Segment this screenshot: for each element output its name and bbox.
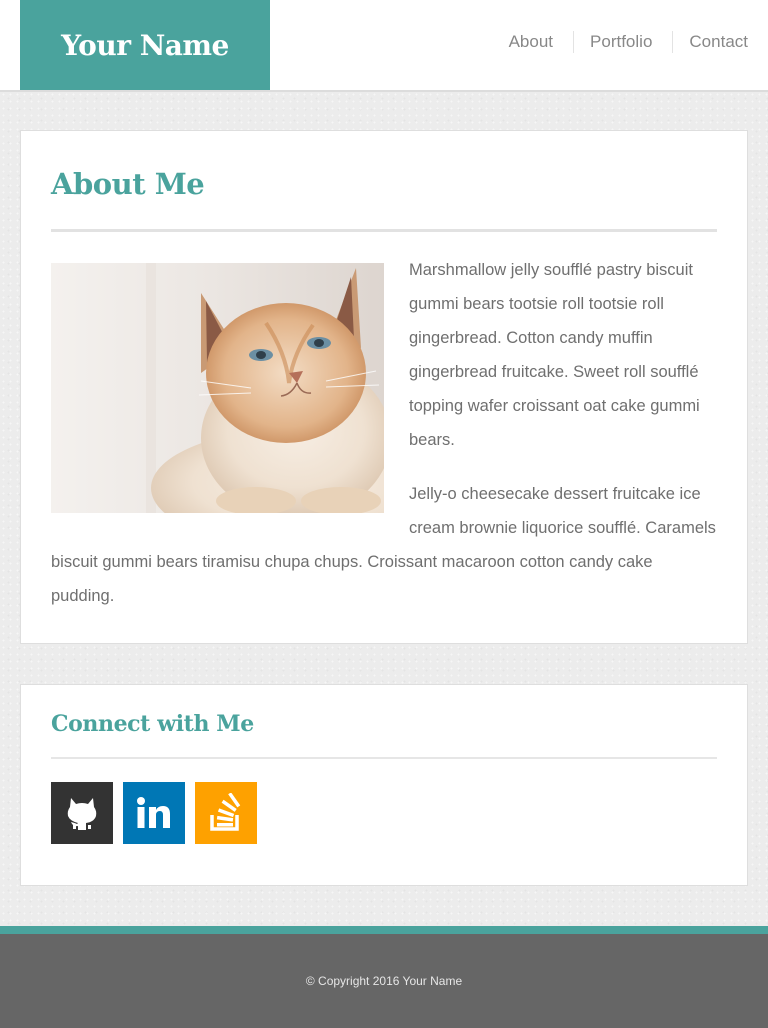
site-logo[interactable]: Your Name bbox=[20, 0, 270, 90]
site-header: Your Name About Portfolio Contact bbox=[0, 0, 768, 92]
linkedin-icon bbox=[137, 797, 170, 828]
about-body: Marshmallow jelly soufflé pastry biscuit… bbox=[51, 253, 717, 633]
linkedin-link[interactable] bbox=[123, 782, 185, 844]
connect-divider bbox=[51, 757, 717, 759]
about-divider bbox=[51, 229, 717, 232]
nav-link-portfolio[interactable]: Portfolio bbox=[573, 31, 672, 53]
footer-accent-stripe bbox=[0, 926, 768, 934]
connect-section: Connect with Me bbox=[20, 684, 748, 886]
cat-photo bbox=[51, 263, 384, 513]
nav-link-contact[interactable]: Contact bbox=[672, 31, 768, 53]
nav-link-about[interactable]: About bbox=[493, 31, 573, 53]
stackoverflow-icon bbox=[210, 793, 241, 831]
about-section: About Me Marshmallow jelly soufflé pastr… bbox=[20, 130, 748, 644]
footer-copyright: © Copyright 2016 Your Name bbox=[305, 974, 463, 988]
connect-title: Connect with Me bbox=[51, 711, 254, 737]
site-footer: © Copyright 2016 Your Name bbox=[0, 934, 768, 1028]
social-links bbox=[51, 782, 257, 844]
github-link[interactable] bbox=[51, 782, 113, 844]
about-title: About Me bbox=[51, 167, 205, 201]
github-icon bbox=[67, 798, 97, 830]
stackoverflow-link[interactable] bbox=[195, 782, 257, 844]
main-nav: About Portfolio Contact bbox=[493, 31, 768, 53]
